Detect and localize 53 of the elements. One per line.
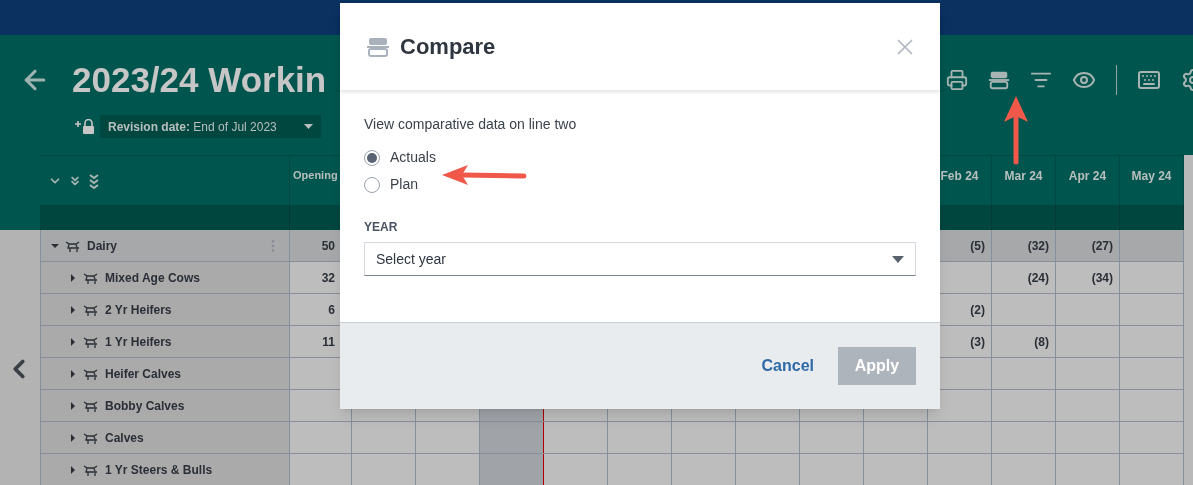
row-name: Dairy <box>87 237 118 255</box>
add-lock-icon[interactable] <box>74 118 96 135</box>
expand-caret-icon[interactable] <box>69 401 77 410</box>
row-name: Heifer Calves <box>105 365 182 383</box>
table-cell-text: 32 <box>321 269 335 287</box>
expand-caret-icon[interactable] <box>69 369 77 378</box>
table-cell-text: 6 <box>328 301 335 319</box>
dialog-prompt: View comparative data on line two <box>364 115 577 134</box>
year-label: YEAR <box>364 219 398 236</box>
column-header: Mar 24 <box>1004 169 1043 183</box>
column-header: Feb 24 <box>940 169 979 183</box>
table-cell-text: (8) <box>1034 333 1049 351</box>
expand-caret-icon[interactable] <box>51 241 59 250</box>
current-month-cell <box>480 454 544 485</box>
year-select[interactable]: Select year <box>364 242 916 276</box>
row-name: 1 Yr Steers & Bulls <box>105 461 213 479</box>
table-cell-text: (2) <box>970 301 985 319</box>
column-header: May 24 <box>1131 169 1172 183</box>
column-header: Apr 24 <box>1068 169 1107 183</box>
print-icon[interactable] <box>946 69 968 91</box>
expand-caret-icon[interactable] <box>69 273 77 282</box>
radio-icon[interactable] <box>364 149 380 166</box>
column-header: Opening <box>293 169 338 181</box>
revision-date-dropdown[interactable]: Revision date: End of Jul 2023 <box>100 115 321 138</box>
expand-caret-icon[interactable] <box>69 465 77 474</box>
table-cell-text: (34) <box>1091 269 1113 287</box>
radio-option[interactable]: Actuals <box>364 147 436 168</box>
compare-icon <box>988 69 1010 91</box>
cancel-button[interactable]: Cancel <box>759 354 816 378</box>
dialog-title: Compare <box>400 33 496 61</box>
caret-icon <box>304 124 313 129</box>
annotation-arrow <box>1002 96 1030 166</box>
radio-option[interactable]: Plan <box>364 174 419 195</box>
row-name: Mixed Age Cows <box>105 269 200 287</box>
table-cell-text: (5) <box>970 237 985 255</box>
current-month-cell <box>480 422 544 453</box>
table-cell-text: (3) <box>970 333 985 351</box>
table-cell-text: (32) <box>1027 237 1049 255</box>
expand-caret-icon[interactable] <box>69 433 77 442</box>
table-cell-text: 50 <box>321 237 335 255</box>
table-cell-text: 11 <box>322 333 335 351</box>
row-name: 1 Yr Heifers <box>105 333 172 351</box>
row-name: 2 Yr Heifers <box>105 301 172 319</box>
table-cell-text: (27) <box>1091 237 1113 255</box>
radio-icon[interactable] <box>364 176 380 193</box>
keyboard-icon[interactable] <box>1137 68 1161 92</box>
page-title: 2023/24 Workin <box>72 58 327 101</box>
row-name: Calves <box>105 429 144 447</box>
collapse-all-icon[interactable] <box>88 172 100 189</box>
table-cell-text: (24) <box>1027 269 1049 287</box>
expand-caret-icon[interactable] <box>69 337 77 346</box>
expand-caret-icon[interactable] <box>69 305 77 314</box>
row-name: Bobby Calves <box>105 397 185 415</box>
